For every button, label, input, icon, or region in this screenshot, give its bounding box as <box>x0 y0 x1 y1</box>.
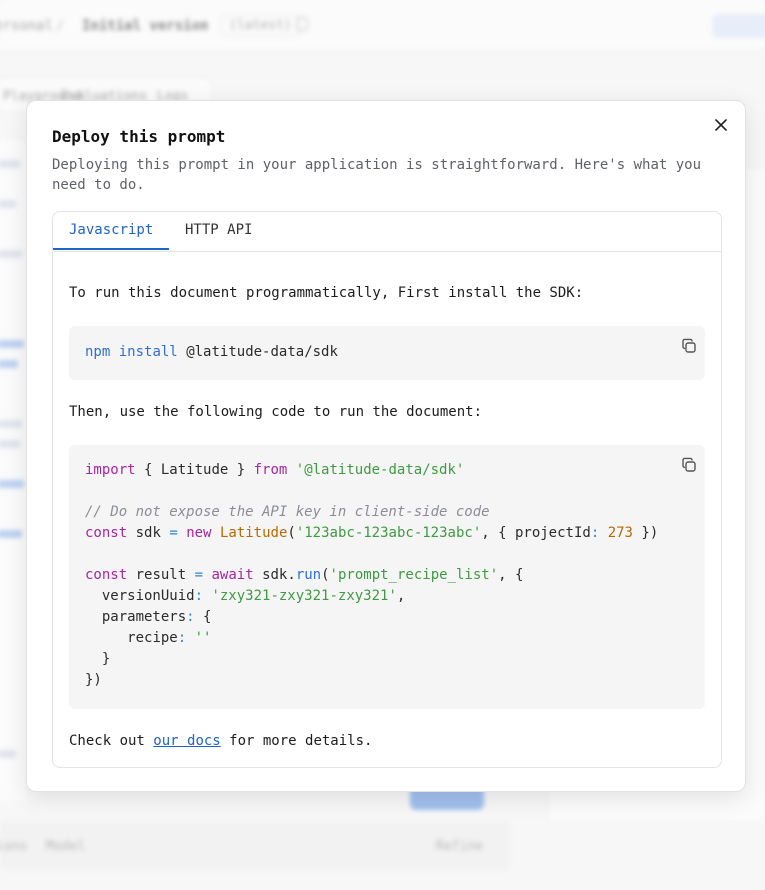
active-tab-indicator <box>53 248 169 250</box>
usage-code-block: import { Latitude } from '@latitude-data… <box>69 445 705 709</box>
background-bottom-bar: ions Model Refine <box>0 822 510 870</box>
background-left-panel <box>0 140 28 800</box>
install-code-block: npm install @latitude-data/sdk <box>69 326 705 380</box>
docs-footer: Check out our docs for more details. <box>69 733 373 749</box>
close-button[interactable] <box>710 114 732 136</box>
tab-bar: Javascript HTTP API <box>53 212 721 252</box>
close-icon <box>715 119 727 131</box>
dialog-description: Deploying this prompt in your applicatio… <box>52 157 702 193</box>
bottom-left-label: ions <box>0 839 28 854</box>
refine-button[interactable]: Refine <box>436 839 483 854</box>
docs-link[interactable]: our docs <box>153 733 220 749</box>
deploy-dialog: Deploy this prompt Deploying this prompt… <box>26 100 746 792</box>
usage-intro: Then, use the following code to run the … <box>69 404 483 420</box>
tab-javascript[interactable]: Javascript <box>69 222 153 238</box>
copy-icon[interactable] <box>680 456 698 474</box>
install-command: npm install @latitude-data/sdk <box>85 344 338 360</box>
tab-http-api[interactable]: HTTP API <box>185 222 252 238</box>
copy-icon[interactable] <box>680 337 698 355</box>
dialog-title: Deploy this prompt <box>52 127 226 146</box>
tabs-panel: Javascript HTTP API To run this document… <box>52 211 722 768</box>
top-bar: ersonal / Initial version (latest) <box>0 0 765 52</box>
top-action-button[interactable] <box>712 14 765 38</box>
breadcrumb-separator: / <box>56 18 65 34</box>
code-snippet: import { Latitude } from '@latitude-data… <box>85 462 659 688</box>
copy-icon[interactable] <box>296 17 308 31</box>
install-intro: To run this document programmatically, F… <box>69 285 584 301</box>
breadcrumb-version[interactable]: Initial version <box>82 18 208 34</box>
version-badge: (latest) <box>220 15 301 36</box>
model-selector[interactable]: Model <box>46 839 85 854</box>
breadcrumb-project[interactable]: ersonal <box>0 18 53 34</box>
